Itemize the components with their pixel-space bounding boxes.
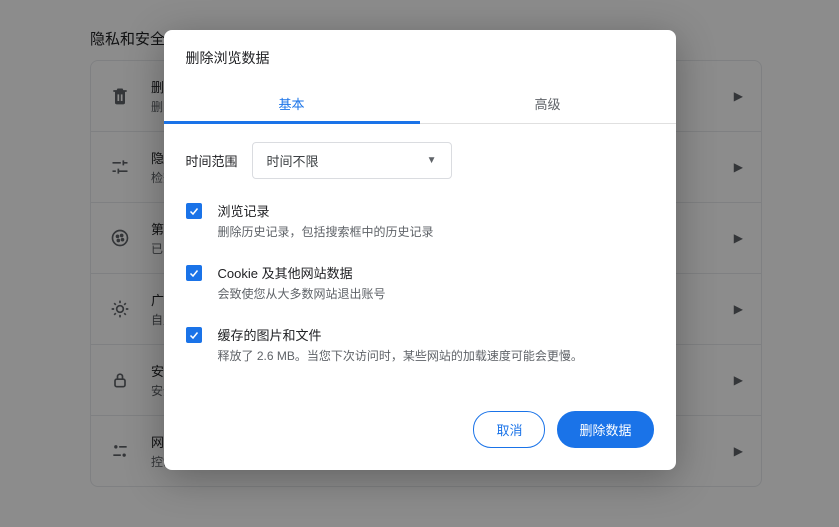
check-row-cache: 缓存的图片和文件 释放了 2.6 MB。当您下次访问时，某些网站的加载速度可能会…	[186, 325, 654, 365]
check-title: Cookie 及其他网站数据	[218, 263, 386, 282]
checkbox-history[interactable]	[186, 203, 202, 219]
time-range-label: 时间范围	[186, 151, 238, 170]
tab-advanced[interactable]: 高级	[420, 82, 676, 123]
clear-data-dialog: 删除浏览数据 基本 高级 时间范围 时间不限 ▼ 浏览记录 删除历史记录，包括搜…	[164, 30, 676, 470]
check-title: 浏览记录	[218, 201, 434, 220]
checkbox-cookies[interactable]	[186, 265, 202, 281]
tab-basic[interactable]: 基本	[164, 82, 420, 123]
time-range-select[interactable]: 时间不限 ▼	[252, 142, 452, 179]
check-desc: 删除历史记录，包括搜索框中的历史记录	[218, 223, 434, 241]
time-range-row: 时间范围 时间不限 ▼	[186, 142, 654, 179]
check-desc: 释放了 2.6 MB。当您下次访问时，某些网站的加载速度可能会更慢。	[218, 347, 583, 365]
checkbox-cache[interactable]	[186, 327, 202, 343]
dialog-title: 删除浏览数据	[164, 30, 676, 82]
modal-overlay: 删除浏览数据 基本 高级 时间范围 时间不限 ▼ 浏览记录 删除历史记录，包括搜…	[0, 0, 839, 527]
delete-data-button[interactable]: 删除数据	[557, 411, 653, 448]
caret-down-icon: ▼	[427, 155, 437, 166]
check-row-cookies: Cookie 及其他网站数据 会致使您从大多数网站退出账号	[186, 263, 654, 303]
dialog-tabs: 基本 高级	[164, 82, 676, 124]
dialog-body: 时间范围 时间不限 ▼ 浏览记录 删除历史记录，包括搜索框中的历史记录	[164, 124, 676, 393]
time-range-value: 时间不限	[267, 151, 319, 170]
check-row-history: 浏览记录 删除历史记录，包括搜索框中的历史记录	[186, 201, 654, 241]
cancel-button[interactable]: 取消	[473, 411, 545, 448]
check-desc: 会致使您从大多数网站退出账号	[218, 285, 386, 303]
dialog-footer: 取消 删除数据	[164, 393, 676, 470]
check-title: 缓存的图片和文件	[218, 325, 583, 344]
